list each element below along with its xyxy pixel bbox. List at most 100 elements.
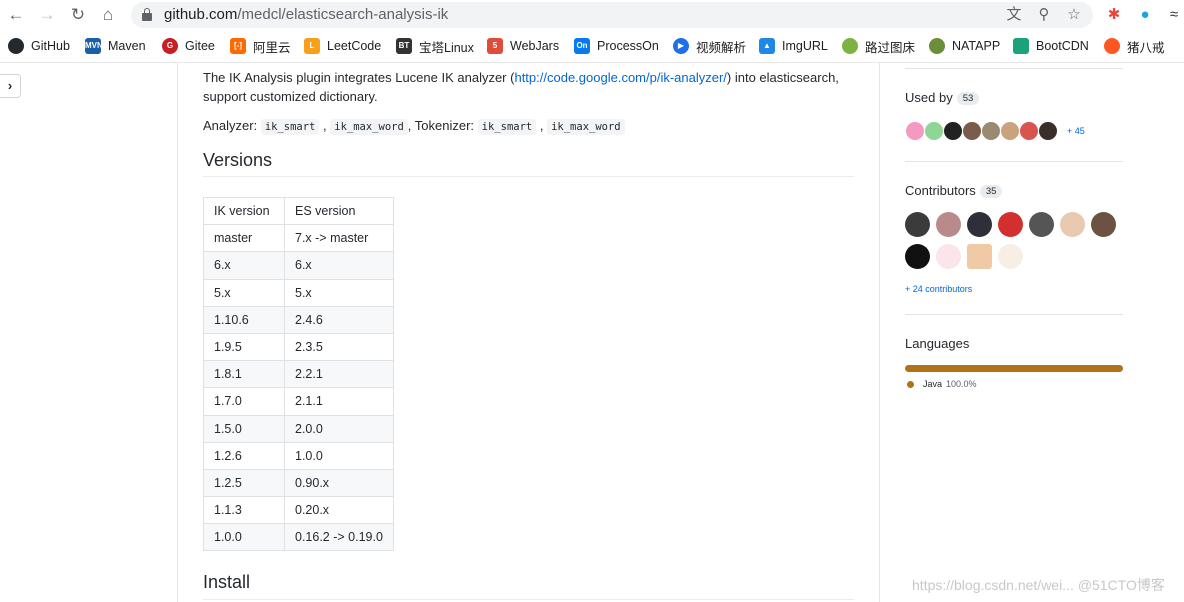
contributor-avatar[interactable]	[998, 244, 1023, 269]
bookmark-bootcdn[interactable]: BootCDN	[1013, 37, 1089, 55]
contributor-avatar[interactable]	[1029, 212, 1054, 237]
processon-icon: On	[574, 38, 590, 54]
table-cell: 1.9.5	[203, 332, 285, 362]
avatar[interactable]	[962, 121, 982, 141]
install-heading: Install	[203, 572, 854, 600]
translate-icon[interactable]: 文	[1004, 5, 1024, 25]
used-by-counter: 53	[956, 92, 980, 105]
language-bar	[905, 365, 1123, 372]
bookmark-star-icon[interactable]: ☆	[1064, 5, 1084, 25]
table-row: 1.8.1 2.2.1	[203, 360, 394, 389]
contributors-heading[interactable]: Contributors 35	[905, 183, 1003, 198]
bookmark-zbj[interactable]: 猪八戒	[1104, 37, 1165, 55]
github-icon	[8, 38, 24, 54]
used-by-heading[interactable]: Used by 53	[905, 90, 980, 105]
avatar[interactable]	[924, 121, 944, 141]
table-cell: 1.7.0	[203, 387, 285, 416]
bookmark-bt[interactable]: BT 宝塔Linux	[396, 37, 474, 55]
extension-icon[interactable]: ≈	[1164, 5, 1184, 25]
versions-table: IK version ES version master 7.x -> maste…	[203, 196, 394, 552]
table-cell: 0.16.2 -> 0.19.0	[284, 523, 394, 552]
browser-toolbar: ← → ↻ ⌂ github.com/medcl/elasticsearch-a…	[0, 0, 1184, 30]
table-row: master 7.x -> master	[203, 224, 394, 253]
avatar[interactable]	[1019, 121, 1039, 141]
language-item-java[interactable]: Java 100.0%	[907, 379, 977, 389]
home-icon[interactable]: ⌂	[97, 4, 119, 26]
code-ik-max-word: ik_max_word	[330, 119, 408, 135]
table-row: 1.5.0 2.0.0	[203, 414, 394, 443]
avatar[interactable]	[905, 121, 925, 141]
back-icon[interactable]: ←	[5, 4, 27, 26]
content-right-border	[879, 63, 880, 602]
zoom-icon[interactable]: ⚲	[1034, 5, 1054, 25]
avatar[interactable]	[981, 121, 1001, 141]
readme-content: The IK Analysis plugin integrates Lucene…	[203, 68, 854, 177]
lock-icon	[142, 8, 152, 21]
bookmark-natapp[interactable]: NATAPP	[929, 37, 1000, 55]
contributor-avatar[interactable]	[905, 244, 930, 269]
table-row: 1.1.3 0.20.x	[203, 496, 394, 525]
contributor-avatar[interactable]	[967, 212, 992, 237]
table-cell: 1.2.5	[203, 468, 285, 498]
reload-icon[interactable]: ↻	[67, 4, 89, 26]
avatar[interactable]	[1000, 121, 1020, 141]
table-cell: 2.0.0	[284, 414, 394, 443]
url-text: github.com/medcl/elasticsearch-analysis-…	[164, 6, 449, 23]
bookmark-github[interactable]: GitHub	[8, 37, 70, 55]
languages-heading: Languages	[905, 336, 970, 351]
table-header-row: IK version ES version	[203, 196, 394, 226]
table-row: 6.x 6.x	[203, 251, 394, 280]
table-cell: 7.x -> master	[284, 224, 394, 253]
contributor-avatar[interactable]	[1091, 212, 1116, 237]
watermark: https://blog.csdn.net/wei... @51CTO博客	[912, 577, 1165, 593]
natapp-icon	[929, 38, 945, 54]
bt-icon: BT	[396, 38, 412, 54]
intro-paragraph: The IK Analysis plugin integrates Lucene…	[203, 70, 839, 104]
bookmark-aliyun[interactable]: [-] 阿里云	[230, 37, 291, 55]
bookmark-processon[interactable]: On ProcessOn	[574, 37, 659, 55]
video-icon: ▶	[673, 38, 689, 54]
contributor-avatar[interactable]	[967, 244, 992, 269]
leetcode-icon: L	[304, 38, 320, 54]
table-header-cell: IK version	[203, 196, 285, 226]
maven-icon: MVN	[85, 38, 103, 54]
sidebar-divider	[905, 161, 1123, 162]
used-by-more-link[interactable]: + 45	[1067, 126, 1085, 136]
table-cell: 0.90.x	[284, 468, 394, 498]
extension-icon[interactable]: ✱	[1104, 5, 1124, 25]
contributor-avatar[interactable]	[998, 212, 1023, 237]
bookmark-imgurl[interactable]: ▲ ImgURL	[759, 37, 828, 55]
table-row: 1.0.0 0.16.2 -> 0.19.0	[203, 523, 394, 552]
address-bar[interactable]: github.com/medcl/elasticsearch-analysis-…	[131, 2, 1093, 28]
bookmark-video[interactable]: ▶ 视频解析	[673, 37, 746, 55]
contributor-avatar[interactable]	[905, 212, 930, 237]
contributor-avatar[interactable]	[1060, 212, 1085, 237]
avatar[interactable]	[1038, 121, 1058, 141]
contributor-avatar[interactable]	[936, 244, 961, 269]
content-left-border	[177, 63, 178, 602]
ik-analyzer-link[interactable]: http://code.google.com/p/ik-analyzer/	[514, 70, 726, 85]
bookmark-webjars[interactable]: 5 WebJars	[487, 37, 559, 55]
avatar[interactable]	[943, 121, 963, 141]
table-cell: 2.1.1	[284, 387, 394, 416]
bookmark-imgbed[interactable]: 路过图床	[842, 37, 915, 55]
table-cell: 6.x	[284, 251, 394, 280]
bookmark-maven[interactable]: MVN Maven	[85, 37, 146, 55]
table-cell: master	[203, 224, 285, 253]
extension-icon[interactable]: ●	[1135, 5, 1155, 25]
contributors-more-link[interactable]: + 24 contributors	[905, 284, 972, 294]
table-row: 1.9.5 2.3.5	[203, 332, 394, 362]
sidebar-toggle-chevron-icon[interactable]: ›	[0, 74, 21, 98]
image-icon: ▲	[759, 38, 775, 54]
code-ik-max-word: ik_max_word	[547, 119, 625, 135]
bookmark-leetcode[interactable]: L LeetCode	[304, 37, 381, 55]
table-row: 1.10.6 2.4.6	[203, 305, 394, 334]
bookmark-gitee[interactable]: G Gitee	[162, 37, 215, 55]
forward-icon[interactable]: →	[36, 4, 58, 26]
bootcdn-icon	[1013, 38, 1029, 54]
zbj-icon	[1104, 38, 1120, 54]
sidebar-divider	[905, 68, 1123, 69]
table-row: 1.2.6 1.0.0	[203, 441, 394, 470]
contributor-avatar[interactable]	[936, 212, 961, 237]
table-cell: 1.8.1	[203, 360, 285, 389]
